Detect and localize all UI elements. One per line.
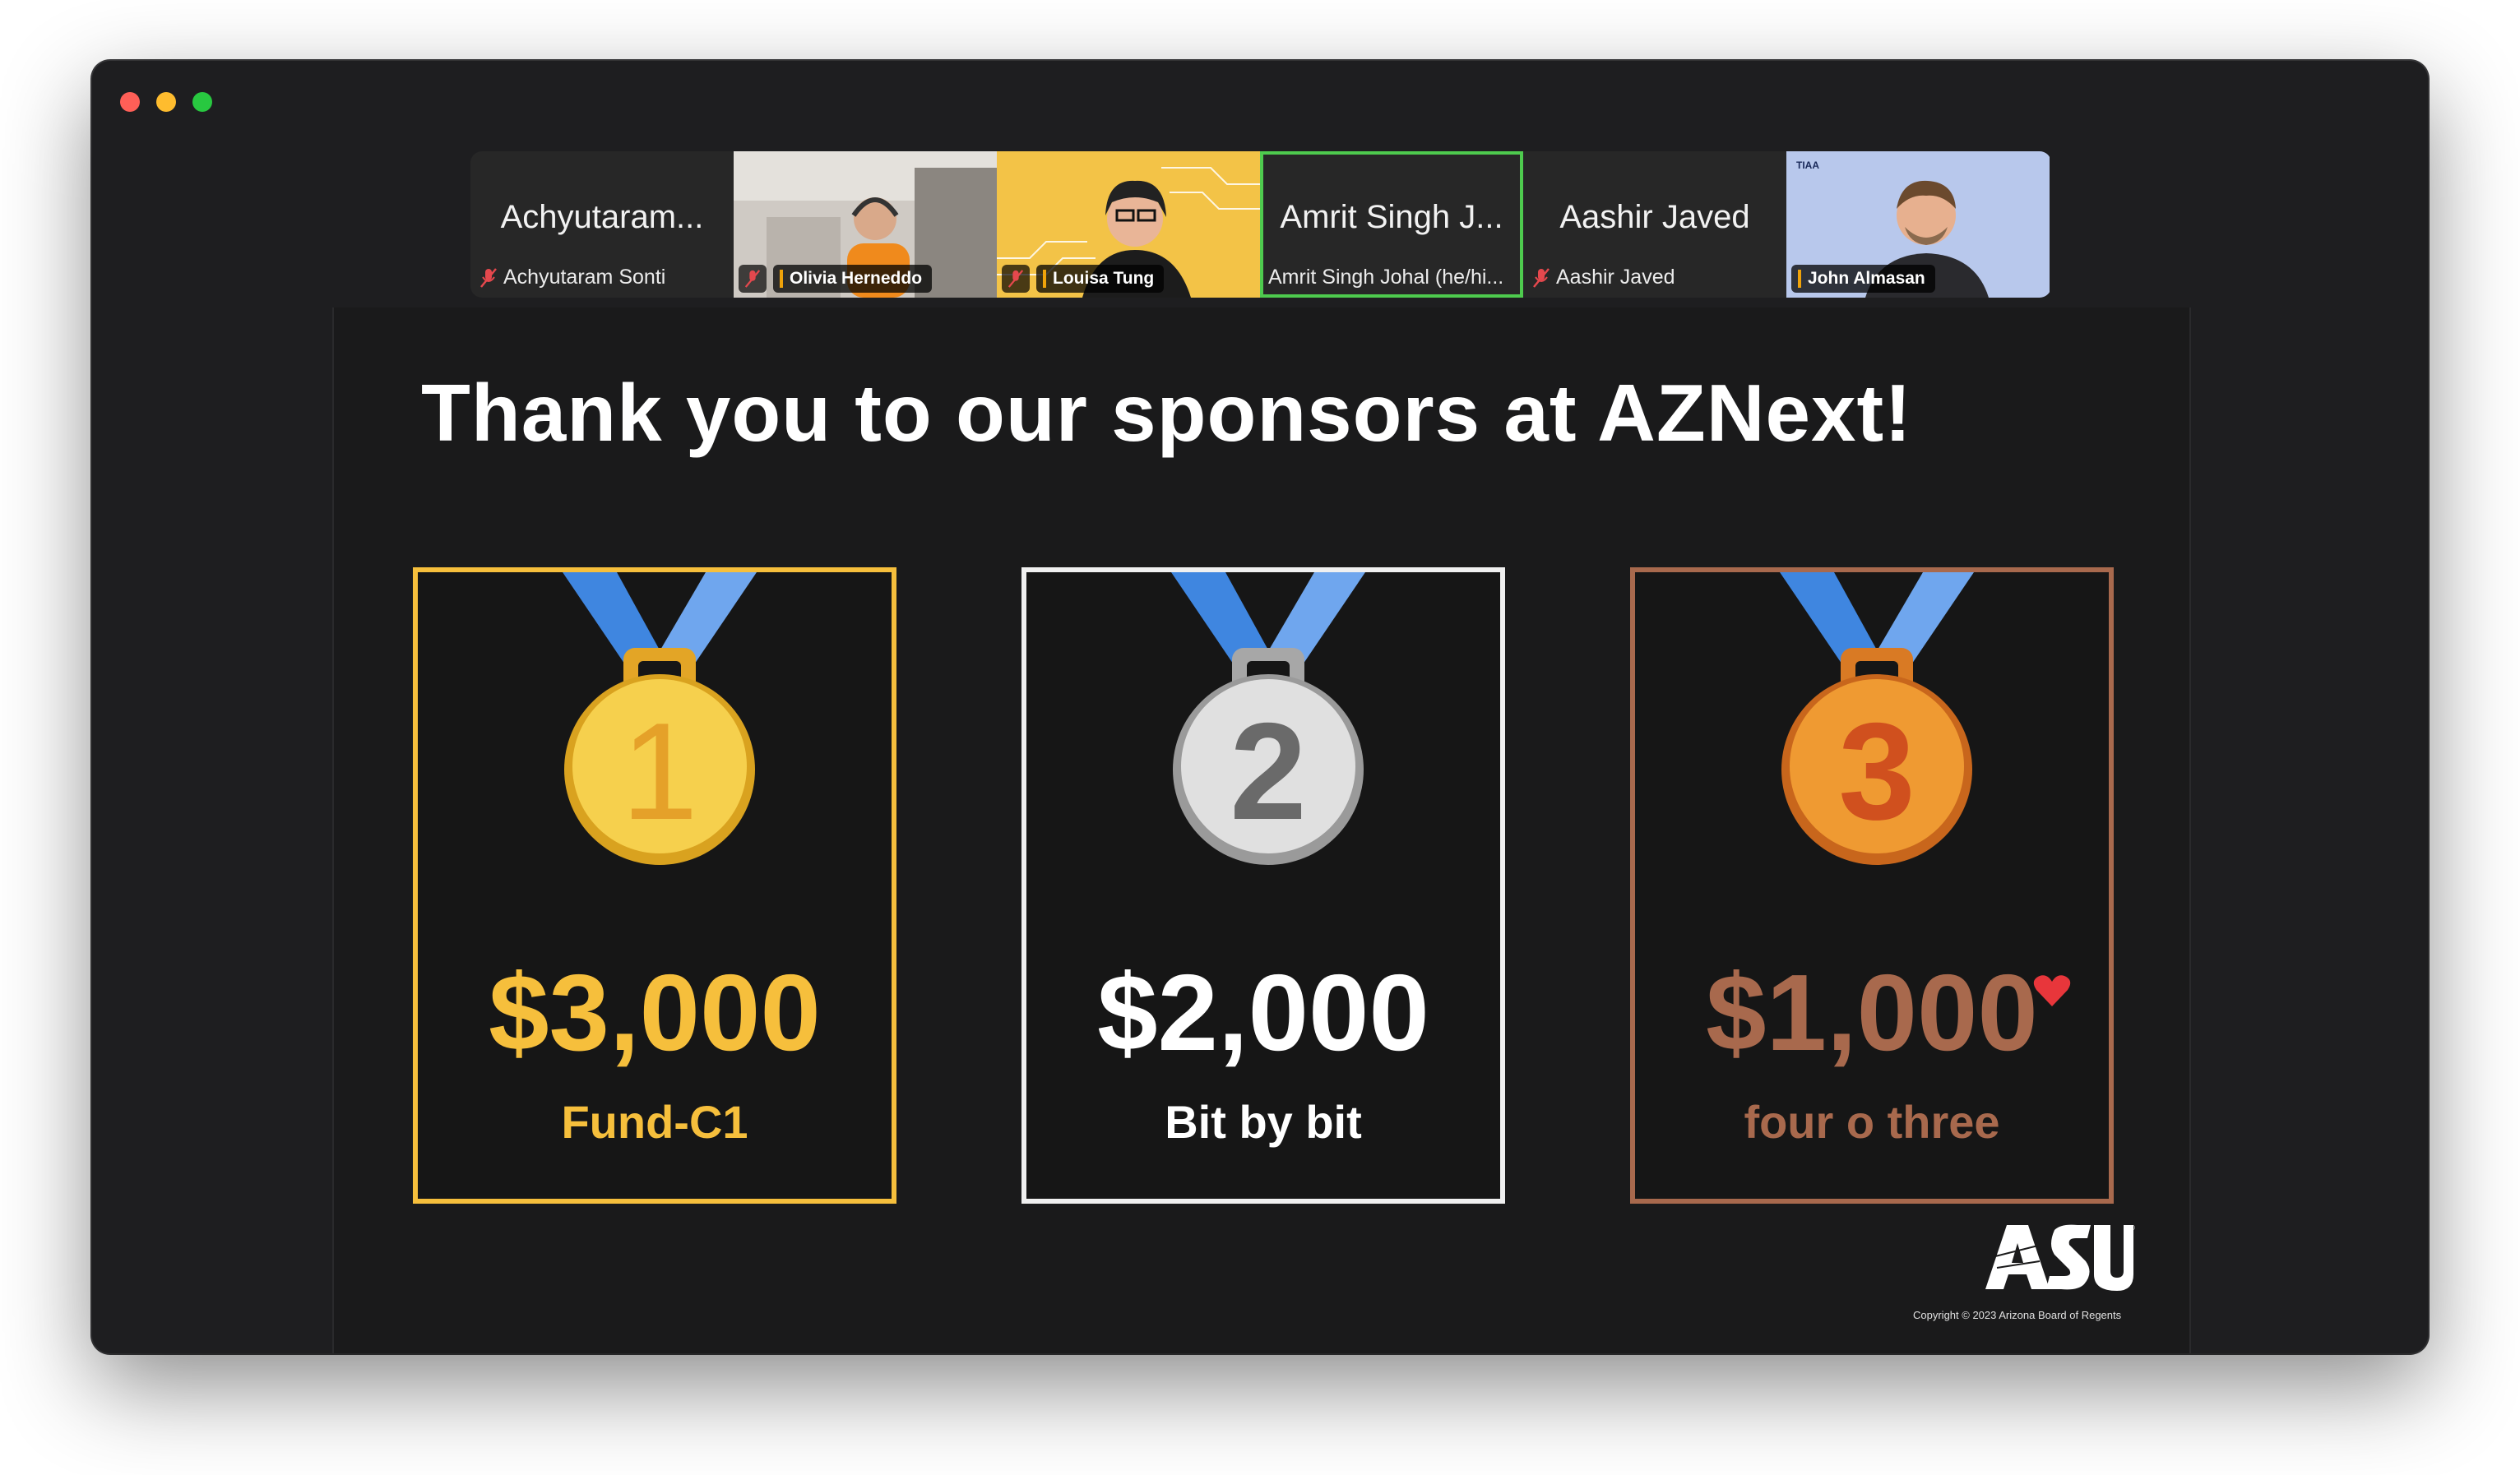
copyright-text: Copyright © 2023 Arizona Board of Regent… [1913,1309,2122,1321]
participant-name: Olivia Herneddo [790,269,923,288]
bronze-medal-icon: 3 [1780,572,1974,865]
sponsor-name: Fund-C1 [561,1096,748,1148]
participant-label: Achyutaram Sonti [479,266,665,289]
svg-text:®: ® [2130,1224,2135,1232]
prize-card-first: 1 $3,000 Fund-C1 [413,567,896,1204]
participant-name: John Almasan [1808,269,1925,288]
participant-name: Achyutaram Sonti [503,266,666,289]
participant-display-name: Amrit Singh J... [1280,199,1503,235]
participant-tile[interactable]: Louisa Tung [997,151,1260,298]
participant-name-badge: John Almasan [1791,265,1935,293]
company-logo: TIAA [1796,160,1819,171]
prize-amount: $1,000 [1706,952,2038,1073]
shared-slide: Thank you to our sponsors at AZNext! 1 $… [332,307,2191,1353]
muted-mic-icon [1008,270,1024,288]
minimize-window-button[interactable] [156,92,176,112]
participant-tile-active-speaker[interactable]: Amrit Singh J... Amrit Singh Johal (he/h… [1260,151,1523,298]
participant-tile[interactable]: TIAA John Almasan [1786,151,2050,298]
participant-name: Aashir Javed [1556,266,1675,289]
participant-name-badge: Olivia Herneddo [773,265,933,293]
medal-number: 1 [621,694,697,848]
medal-number: 2 [1230,694,1306,848]
participant-strip: Achyutaram... Achyutaram Sonti Olivia He… [470,151,2051,298]
slide-title: Thank you to our sponsors at AZNext! [421,368,1912,458]
participant-label: Amrit Singh Johal (he/hi... [1268,266,1503,289]
participant-tile[interactable]: Olivia Herneddo [734,151,997,298]
zoom-window-button[interactable] [192,92,212,112]
prize-card-second: 2 $2,000 Bit by bit [1021,567,1505,1204]
heart-icon [2033,975,2071,1006]
prize-amount: $3,000 [489,952,821,1073]
participant-name: Louisa Tung [1053,269,1155,288]
participant-name-badge: Louisa Tung [1036,265,1165,293]
participant-display-name: Aashir Javed [1559,199,1750,235]
medal-number: 3 [1838,694,1915,848]
sponsor-name: Bit by bit [1165,1096,1362,1148]
muted-mic-icon [1533,267,1550,288]
muted-mic-icon [744,270,761,288]
asu-logo: ® [1985,1224,2135,1291]
meeting-window: Achyutaram... Achyutaram Sonti Olivia He… [92,61,2428,1353]
close-window-button[interactable] [120,92,140,112]
silver-medal-icon: 2 [1171,572,1365,865]
participant-label: Aashir Javed [1531,266,1675,289]
participant-tile[interactable]: Aashir Javed Aashir Javed [1523,151,1786,298]
muted-mic-icon [480,267,497,288]
sponsor-name: four o three [1744,1096,2000,1148]
participant-display-name: Achyutaram... [500,199,704,235]
prize-amount: $2,000 [1097,952,1429,1073]
participant-tile[interactable]: Achyutaram... Achyutaram Sonti [470,151,734,298]
gold-medal-icon: 1 [563,572,757,865]
participant-name: Amrit Singh Johal (he/hi... [1268,266,1504,289]
prize-card-third: 3 $1,000 four o three [1630,567,2114,1204]
